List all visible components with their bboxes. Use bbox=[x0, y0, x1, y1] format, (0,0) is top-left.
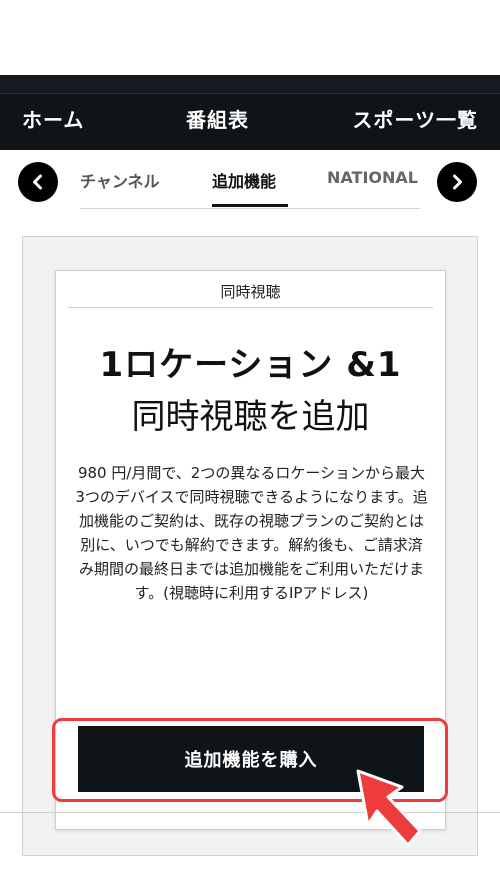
tab-next-button[interactable] bbox=[437, 162, 477, 202]
tab-divider bbox=[80, 208, 420, 209]
card-description: 980 円/月間で、2つの異なるロケーションから最大3つのデバイスで同時視聴でき… bbox=[75, 464, 428, 602]
main-nav: ホーム 番組表 スポーツ一覧 bbox=[0, 93, 500, 150]
nav-program-guide[interactable]: 番組表 bbox=[186, 104, 249, 133]
chevron-left-icon bbox=[33, 174, 42, 190]
nav-home[interactable]: ホーム bbox=[22, 104, 84, 133]
tab-national[interactable]: NATIONAL bbox=[327, 168, 419, 187]
card-label-divider bbox=[68, 307, 433, 308]
header-strip bbox=[0, 75, 500, 94]
card-label: 同時視聴 bbox=[220, 283, 281, 301]
card-title: 1ロケーション &1 同時視聴を追加 bbox=[56, 339, 445, 443]
nav-sports-list[interactable]: スポーツ一覧 bbox=[352, 104, 478, 133]
tab-prev-button[interactable] bbox=[18, 162, 58, 202]
card-title-line1: 1ロケーション &1 bbox=[99, 345, 402, 385]
chevron-right-icon bbox=[453, 174, 462, 190]
tab-channel[interactable]: チャンネル bbox=[80, 168, 160, 192]
tab-bar: チャンネル 追加機能 NATIONAL bbox=[0, 150, 500, 210]
tab-addon[interactable]: 追加機能 bbox=[212, 168, 276, 192]
card-title-line2: 同時視聴を追加 bbox=[131, 397, 370, 437]
pointer-arrow-icon bbox=[356, 769, 422, 847]
top-nav-bar: ホーム 番組表 スポーツ一覧 bbox=[0, 75, 500, 150]
active-tab-indicator bbox=[212, 204, 288, 207]
